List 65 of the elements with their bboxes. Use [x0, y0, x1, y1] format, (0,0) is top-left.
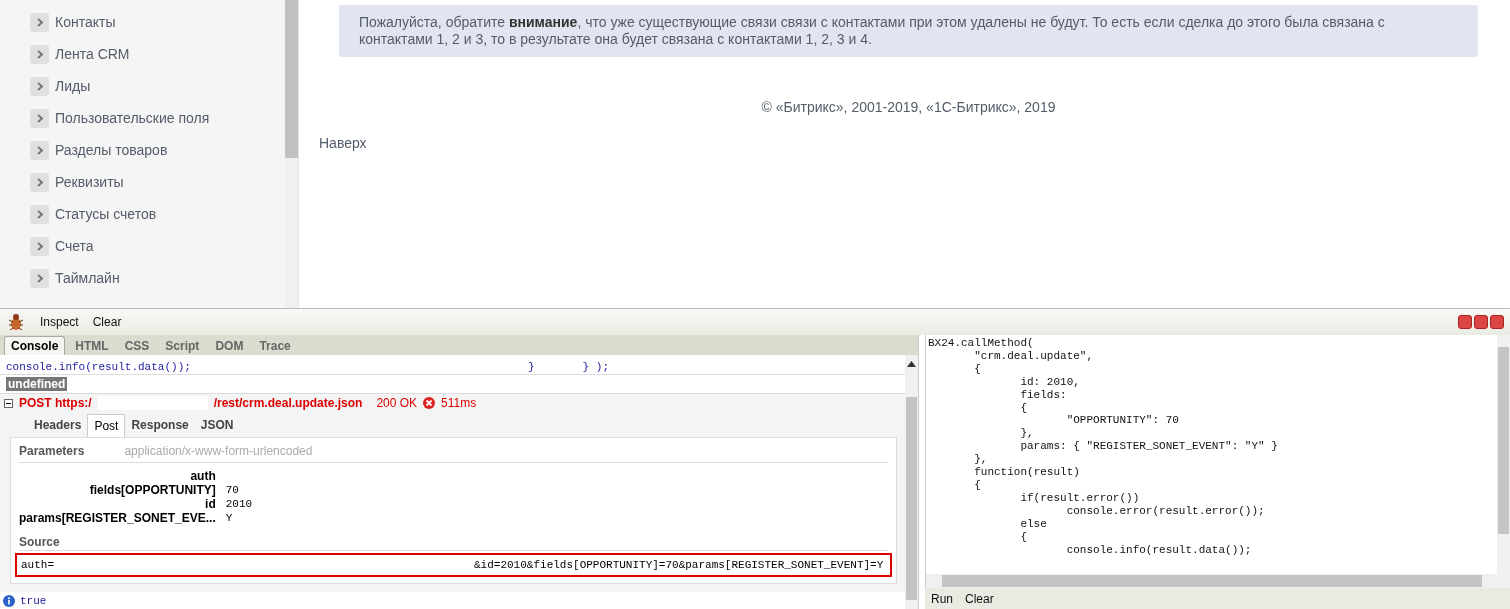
sidebar-item[interactable]: Контакты: [0, 6, 285, 38]
section-title: Source: [19, 529, 888, 551]
chevron-icon: [30, 140, 49, 160]
panel-tab[interactable]: Trace: [253, 337, 297, 355]
sidebar-item[interactable]: Разделы товаров: [0, 134, 285, 166]
chevron-icon: [30, 12, 49, 32]
request-tab[interactable]: Post: [87, 414, 126, 437]
chevron-icon: [30, 76, 49, 96]
code-line: console.info(result.data());: [6, 361, 191, 373]
panel-tab[interactable]: HTML: [69, 337, 115, 355]
copyright-text: © «Битрикс», 2001-2019, «1С-Битрикс», 2019: [760, 99, 1057, 115]
sidebar-item[interactable]: Статусы счетов: [0, 198, 285, 230]
chevron-icon: [30, 236, 49, 256]
scrollbar[interactable]: [905, 355, 918, 609]
request-tab[interactable]: Response: [125, 414, 195, 437]
source-text: &id=2010&fields[OPPORTUNITY]=70&params[REGISTER_SONET_EVENT]=Y: [474, 559, 884, 571]
chevron-icon: [30, 44, 49, 64]
error-icon: [423, 397, 436, 409]
source-text: auth=: [21, 559, 54, 571]
result-text: true: [20, 594, 47, 608]
back-to-top-link[interactable]: Наверх: [319, 135, 367, 151]
chevron-icon: [30, 108, 49, 128]
time-text: 511ms: [441, 396, 477, 410]
notice-text: Пожалуйста, обратите внимание, что уже существующие связи связи с контактами при этом удалены не будут. То есть если сделка до этого была связана с контактами 1, 2 и 3, то в результате она будет связана с контактами 1, 2, 3 и 4.: [339, 5, 1478, 57]
toolbar-button[interactable]: Inspect: [40, 315, 79, 329]
content-type-text: application/x-www-form-urlencoded: [124, 444, 313, 458]
panel-tab[interactable]: DOM: [209, 337, 250, 355]
code-text: } );: [582, 361, 609, 373]
result-badge: undefined: [6, 377, 68, 391]
chevron-icon: [30, 268, 49, 288]
sidebar-item[interactable]: Счета: [0, 230, 285, 262]
request-tab[interactable]: Headers: [28, 414, 88, 437]
code-text: }: [528, 361, 535, 373]
code-editor[interactable]: BX24.callMethod( "crm.deal.update", { id: 2010, fields: { "OPPORTUNITY": 70 }, params: { "REGISTER_SONET_EVENT": "Y" } }, function(result) { if(result.error()) console.error(result.error()); else { console.info(result.data());: [926, 335, 1497, 574]
chevron-icon: [30, 204, 49, 224]
panel-tab[interactable]: Script: [159, 337, 206, 355]
section-title: Parameters: [19, 444, 85, 458]
collapse-toggle[interactable]: [4, 398, 13, 408]
sidebar-item[interactable]: Реквизиты: [0, 166, 285, 198]
bug-icon[interactable]: [6, 312, 26, 332]
sidebar-item[interactable]: Лиды: [0, 70, 285, 102]
param-name: auth: [189, 469, 216, 483]
toolbar-button[interactable]: Clear: [92, 315, 122, 329]
request-tab[interactable]: JSON: [194, 414, 240, 437]
scrollbar[interactable]: [1497, 335, 1510, 574]
status-text: 200 OK: [376, 396, 418, 410]
sidebar-item[interactable]: Таймлайн: [0, 262, 285, 294]
editor-button[interactable]: Run: [931, 592, 953, 606]
request-url[interactable]: /rest/crm.deal.update.json: [213, 396, 363, 410]
param-value: Y: [225, 512, 233, 524]
sidebar-item[interactable]: Пользовательские поля: [0, 102, 285, 134]
editor-button[interactable]: Clear: [965, 592, 994, 606]
request-url[interactable]: POST https:/: [19, 396, 92, 410]
sidebar-item[interactable]: Лента CRM: [0, 38, 285, 70]
scrollbar[interactable]: [285, 0, 298, 308]
param-name: id: [204, 497, 216, 511]
param-value: 70: [225, 484, 239, 496]
arrow-up-icon[interactable]: [907, 361, 916, 367]
param-value: 2010: [225, 498, 253, 510]
scrollbar[interactable]: [925, 574, 1510, 588]
panel-tab[interactable]: Console: [4, 336, 66, 355]
param-name: fields[OPPORTUNITY]: [88, 483, 216, 497]
chevron-icon: [30, 172, 49, 192]
param-name: params[REGISTER_SONET_EVE...: [19, 511, 216, 525]
panel-tab[interactable]: CSS: [118, 337, 156, 355]
